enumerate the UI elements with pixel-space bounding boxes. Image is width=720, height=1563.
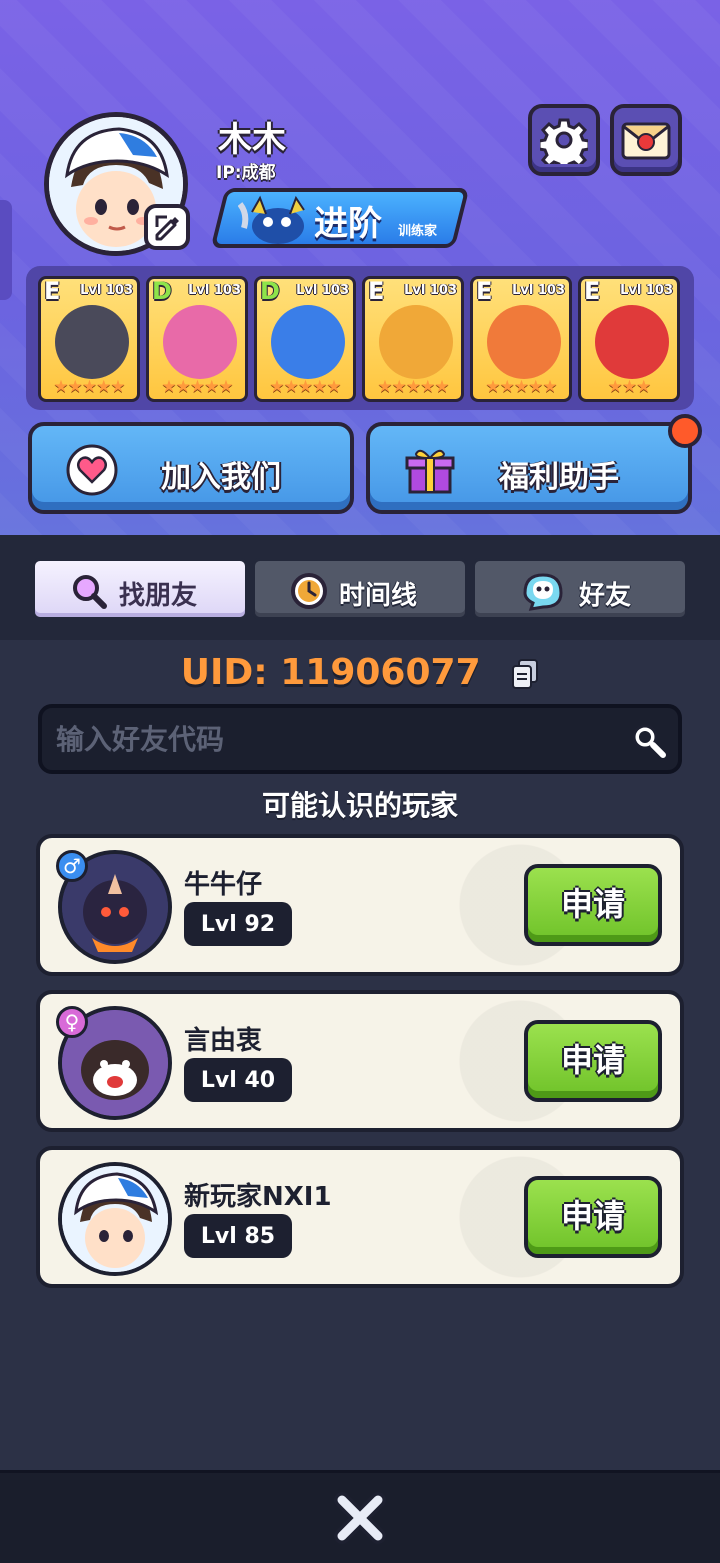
pet-portrait: [487, 305, 561, 379]
copy-icon[interactable]: [511, 658, 539, 690]
pet-portrait: [379, 305, 453, 379]
rank-title: 进阶: [314, 204, 382, 244]
apply-button[interactable]: 申请: [524, 1020, 662, 1102]
envelope-icon: [621, 122, 671, 160]
pet-grade: D: [260, 277, 280, 305]
team-pet-card[interactable]: D Lvl 103 ★★★★★: [254, 276, 356, 402]
profile-name: 木木: [218, 120, 286, 160]
pet-level: Lvl 103: [188, 283, 241, 298]
pet-grade: D: [152, 277, 172, 305]
tab-timeline[interactable]: 时间线: [252, 558, 468, 620]
player-name: 言由衷: [184, 1026, 263, 1056]
player-name: 牛牛仔: [184, 870, 263, 900]
team-pet-card[interactable]: E Lvl 103 ★★★★★: [470, 276, 572, 402]
gender-male-icon: ♂: [56, 850, 88, 882]
pet-grade: E: [476, 277, 493, 305]
pet-portrait: [595, 305, 669, 379]
notification-dot: [668, 414, 702, 448]
player-avatar[interactable]: [58, 1162, 172, 1276]
pet-portrait: [163, 305, 237, 379]
pet-grade: E: [44, 277, 61, 305]
player-level: Lvl 85: [184, 1214, 292, 1258]
welfare-helper-label: 福利助手: [499, 460, 619, 495]
close-icon[interactable]: [332, 1490, 388, 1546]
gear-icon: [540, 118, 588, 164]
edit-profile-icon[interactable]: [144, 204, 190, 250]
pet-portrait: [55, 305, 129, 379]
team-pet-card[interactable]: E Lvl 103 ★★★★★: [38, 276, 140, 402]
pet-stars: ★★★★★: [53, 377, 125, 397]
friend-code-search[interactable]: [38, 704, 682, 774]
tab-find-friends[interactable]: 找朋友: [32, 558, 248, 620]
player-level: Lvl 40: [184, 1058, 292, 1102]
gender-female-icon: ♀: [56, 1006, 88, 1038]
pet-stars: ★★★★★: [485, 377, 557, 397]
join-us-label: 加入我们: [161, 460, 281, 495]
rank-mascot-icon: [238, 195, 305, 244]
suggested-player-card: ♂ 牛牛仔 Lvl 92 申请: [36, 834, 684, 976]
search-icon[interactable]: [628, 720, 668, 760]
pet-stars: ★★★: [607, 377, 652, 397]
tab-label: 时间线: [339, 581, 418, 611]
pet-level: Lvl 103: [404, 283, 457, 298]
suggested-player-card: ♀ 言由衷 Lvl 40 申请: [36, 990, 684, 1132]
apply-button[interactable]: 申请: [524, 1176, 662, 1258]
pet-stars: ★★★★★: [377, 377, 449, 397]
pet-portrait: [271, 305, 345, 379]
pet-level: Lvl 103: [620, 283, 673, 298]
pet-grade: E: [584, 277, 601, 305]
friend-code-input[interactable]: [56, 716, 616, 762]
team-pet-card[interactable]: E Lvl 103 ★★★: [578, 276, 680, 402]
profile-ip-location: IP:成都: [216, 163, 276, 183]
rank-badge[interactable]: 进阶 训练家: [210, 188, 470, 248]
tab-friends[interactable]: 好友: [472, 558, 688, 620]
team-pet-card[interactable]: D Lvl 103 ★★★★★: [146, 276, 248, 402]
section-title: 可能认识的玩家: [261, 789, 458, 822]
welfare-helper-button[interactable]: 福利助手: [366, 422, 692, 514]
pet-level: Lvl 103: [512, 283, 565, 298]
uid-row: UID: 11906077: [0, 652, 720, 693]
mail-button[interactable]: [610, 104, 682, 176]
apply-button[interactable]: 申请: [524, 864, 662, 946]
pet-level: Lvl 103: [80, 283, 133, 298]
pet-level: Lvl 103: [296, 283, 349, 298]
magnifier-icon: [73, 575, 107, 609]
join-us-button[interactable]: 加入我们: [28, 422, 354, 514]
pet-stars: ★★★★★: [161, 377, 233, 397]
side-drawer-handle[interactable]: [0, 200, 12, 300]
uid-text: UID: 11906077: [180, 652, 481, 693]
pet-grade: E: [368, 277, 385, 305]
suggested-player-card: 新玩家NXI1 Lvl 85 申请: [36, 1146, 684, 1288]
rank-subtitle: 训练家: [398, 224, 438, 239]
tab-label: 找朋友: [119, 581, 198, 611]
tab-label: 好友: [579, 581, 632, 611]
ghost-icon: [523, 573, 563, 611]
player-level: Lvl 92: [184, 902, 292, 946]
pet-stars: ★★★★★: [269, 377, 341, 397]
settings-button[interactable]: [528, 104, 600, 176]
player-name: 新玩家NXI1: [184, 1182, 332, 1212]
team-pet-card[interactable]: E Lvl 103 ★★★★★: [362, 276, 464, 402]
clock-icon: [291, 573, 327, 609]
